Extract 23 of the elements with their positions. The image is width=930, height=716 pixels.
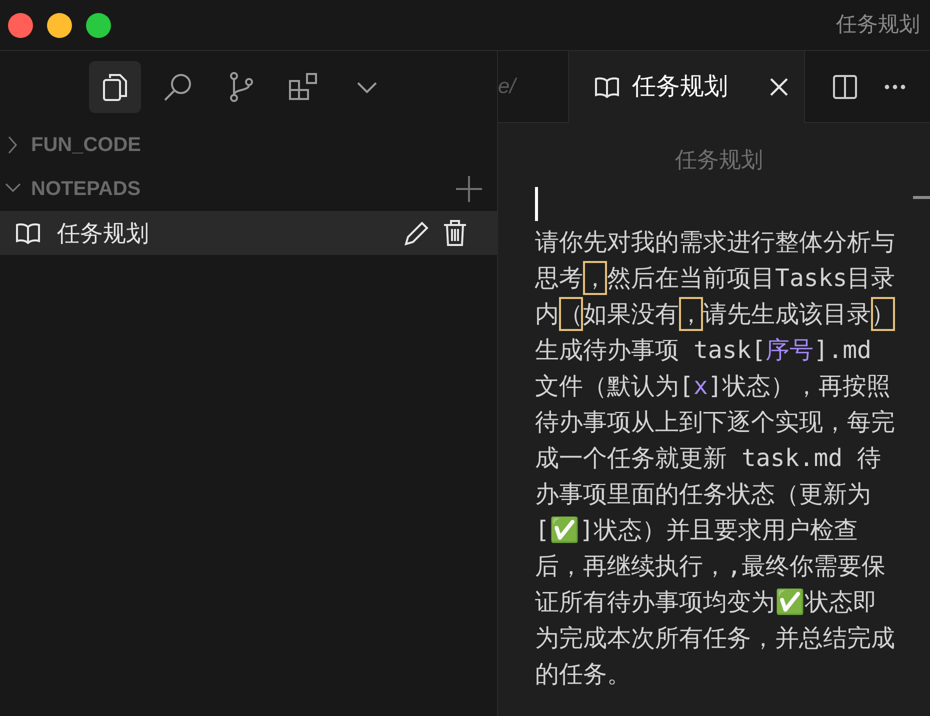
close-icon[interactable]: [770, 78, 788, 96]
note-paragraph: 请你先对我的需求进行整体分析与思考，然后在当前项目Tasks目录内（如果没有，请先生成该目录） 生成待办事项 task[序号].md 文件（默认为[x]状态），再按照待办事项从上到下逐个实现，每完成一个任务就更新 task.md 待办事项里面的任务状态（更新为[✅]状态）并且要求用户检查后，再继续执行，,最终你需要保证所有待办事项均变为✅状态即为完成本次所有任务，并总结完成的任务。: [535, 227, 896, 690]
text-cursor: [535, 187, 538, 221]
pencil-icon[interactable]: [403, 219, 431, 247]
trash-icon[interactable]: [443, 219, 467, 247]
close-window-button[interactable]: [8, 12, 33, 38]
editor-tab[interactable]: 任务规划: [568, 51, 804, 123]
section-header[interactable]: NOTEPADS: [31, 174, 141, 204]
book-icon: [15, 222, 41, 244]
editor-title: 任务规划: [674, 146, 764, 174]
plus-icon[interactable]: [455, 175, 483, 203]
minimize-window-button[interactable]: [47, 12, 72, 38]
notepad-item[interactable]: 任务规划: [0, 211, 497, 255]
scroll-marker: [913, 196, 930, 199]
split-editor-icon[interactable]: [832, 74, 858, 100]
section-header[interactable]: FUN_CODE: [31, 130, 142, 160]
book-icon: [594, 76, 620, 98]
files-icon[interactable]: [89, 61, 141, 113]
editor-tab[interactable]: e/: [498, 51, 568, 122]
maximize-window-button[interactable]: [86, 12, 111, 38]
notepad-title: 任务规划: [57, 218, 149, 248]
window-title: 任务规划: [836, 12, 921, 38]
more-icon[interactable]: [884, 84, 906, 90]
